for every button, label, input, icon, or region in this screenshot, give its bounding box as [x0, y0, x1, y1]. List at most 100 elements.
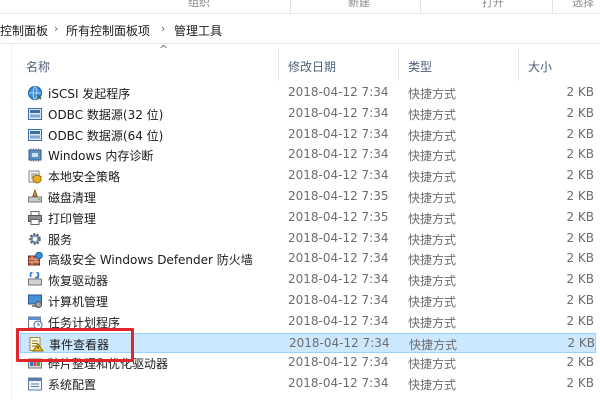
file-row[interactable]: 碎片整理和优化驱动器 2018-04-12 7:34 快捷方式 2 KB: [20, 353, 596, 373]
file-name: 磁盘清理: [48, 191, 97, 205]
file-type: 快捷方式: [408, 191, 457, 205]
file-date: 2018-04-12 7:35: [288, 189, 389, 203]
defrag-icon: [27, 355, 43, 371]
ribbon-divider: [552, 0, 553, 13]
file-type: 快捷方式: [408, 378, 457, 393]
file-name: 任务计划程序: [48, 315, 121, 330]
file-size: 2 KB: [566, 147, 594, 162]
breadcrumb-separator[interactable]: ›: [54, 22, 58, 35]
file-type: 快捷方式: [408, 295, 457, 309]
file-name: 事件查看器: [49, 337, 110, 352]
file-size: 2 KB: [566, 85, 594, 99]
ribbon-group-organize: 组织: [188, 0, 210, 9]
file-date: 2018-04-12 7:34: [288, 293, 389, 307]
file-row[interactable]: 高级安全 Windows Defender 防火墙 2018-04-12 7:34…: [20, 249, 596, 269]
column-name[interactable]: 名称: [26, 58, 50, 75]
breadcrumb-control-panel[interactable]: 控制面板: [0, 22, 48, 39]
file-row[interactable]: 服务 2018-04-12 7:34 快捷方式 2 KB: [20, 229, 596, 249]
file-type: 快捷方式: [408, 274, 457, 289]
file-size: 2 KB: [566, 126, 594, 141]
file-size: 2 KB: [566, 251, 594, 266]
file-type: 快捷方式: [409, 337, 458, 352]
file-name: 本地安全策略: [48, 170, 121, 185]
ribbon-group-labels: 组织 新建 打开 选择: [0, 0, 600, 14]
file-row[interactable]: iSCSI 发起程序 2018-04-12 7:34 快捷方式 2 KB: [20, 83, 596, 103]
breadcrumb-admin-tools[interactable]: 管理工具: [174, 22, 222, 39]
sort-ascending-icon: ^: [159, 43, 169, 56]
file-row[interactable]: ODBC 数据源(64 位) 2018-04-12 7:34 快捷方式 2 KB: [20, 125, 596, 145]
column-type[interactable]: 类型: [408, 58, 432, 75]
memory-chip-icon: [27, 147, 43, 163]
globe-icon: [27, 85, 43, 101]
file-date: 2018-04-12 7:34: [288, 251, 389, 266]
file-row[interactable]: ODBC 数据源(32 位) 2018-04-12 7:34 快捷方式 2 KB: [20, 104, 596, 124]
file-name: iSCSI 发起程序: [48, 87, 131, 101]
file-type: 快捷方式: [408, 149, 457, 164]
file-size: 2 KB: [566, 105, 594, 120]
column-date[interactable]: 修改日期: [288, 58, 336, 75]
gear-icon: [27, 231, 43, 247]
file-row[interactable]: 恢复驱动器 2018-04-12 7:34 快捷方式 2 KB: [20, 270, 596, 290]
file-row[interactable]: 事件查看器 2018-04-12 7:34 快捷方式 2 KB: [20, 332, 596, 353]
file-date: 2018-04-12 7:34: [288, 147, 389, 162]
file-type: 快捷方式: [408, 232, 457, 247]
file-name: 计算机管理: [48, 295, 109, 309]
file-date: 2018-04-12 7:34: [288, 168, 389, 183]
file-size: 2 KB: [566, 168, 594, 183]
column-size[interactable]: 大小: [528, 58, 552, 75]
task-scheduler-icon: [27, 314, 43, 330]
file-row[interactable]: 任务计划程序 2018-04-12 7:34 快捷方式 2 KB: [20, 312, 596, 332]
file-name: 碎片整理和优化驱动器: [48, 357, 169, 372]
breadcrumb-separator[interactable]: ›: [161, 22, 165, 35]
file-date: 2018-04-12 7:34: [288, 272, 389, 287]
breadcrumb-all-items[interactable]: 所有控制面板项: [66, 22, 150, 39]
file-row[interactable]: 本地安全策略 2018-04-12 7:34 快捷方式 2 KB: [20, 166, 596, 186]
address-bar[interactable]: 控制面板 › 所有控制面板项 › 管理工具: [0, 16, 600, 44]
navigation-pane[interactable]: [0, 45, 12, 400]
printer-icon: [27, 210, 43, 226]
file-type: 快捷方式: [408, 107, 457, 122]
file-date: 2018-04-12 7:34: [288, 230, 389, 245]
file-row[interactable]: 系统配置 2018-04-12 7:34 快捷方式 2 KB: [20, 374, 596, 394]
file-size: 2 KB: [567, 335, 595, 350]
file-date: 2018-04-12 7:34: [288, 355, 389, 370]
system-config-icon: [27, 376, 43, 392]
file-name: ODBC 数据源(64 位): [48, 128, 164, 143]
database-icon: [27, 127, 43, 143]
file-name: ODBC 数据源(32 位): [48, 107, 164, 122]
file-row[interactable]: 计算机管理 2018-04-12 7:34 快捷方式 2 KB: [20, 291, 596, 311]
file-size: 2 KB: [566, 293, 594, 307]
column-divider[interactable]: [398, 49, 399, 81]
file-name: 打印管理: [48, 211, 97, 226]
file-date: 2018-04-12 7:34: [289, 335, 390, 350]
database-icon: [27, 106, 43, 122]
file-size: 2 KB: [566, 209, 594, 224]
file-date: 2018-04-12 7:34: [288, 376, 389, 391]
column-divider[interactable]: [278, 49, 279, 81]
file-name: Windows 内存诊断: [48, 149, 154, 164]
ribbon-group-select: 选择: [572, 0, 594, 9]
file-date: 2018-04-12 7:34: [288, 105, 389, 120]
file-name: 高级安全 Windows Defender 防火墙: [48, 253, 253, 268]
file-date: 2018-04-12 7:35: [288, 209, 389, 224]
column-header: ^ 名称 修改日期 类型 大小: [12, 43, 600, 83]
event-viewer-icon: [28, 336, 44, 352]
file-type: 快捷方式: [408, 128, 457, 143]
column-divider[interactable]: [518, 49, 519, 81]
file-name: 系统配置: [48, 378, 97, 393]
file-row[interactable]: Windows 内存诊断 2018-04-12 7:34 快捷方式 2 KB: [20, 145, 596, 165]
computer-management-icon: [27, 293, 43, 309]
file-row[interactable]: 磁盘清理 2018-04-12 7:35 快捷方式 2 KB: [20, 187, 596, 207]
file-date: 2018-04-12 7:34: [288, 126, 389, 141]
disk-cleanup-icon: [27, 188, 43, 205]
file-size: 2 KB: [566, 230, 594, 245]
file-type: 快捷方式: [408, 315, 457, 330]
file-row[interactable]: 打印管理 2018-04-12 7:35 快捷方式 2 KB: [20, 208, 596, 228]
file-size: 2 KB: [566, 189, 594, 203]
file-size: 2 KB: [566, 355, 594, 370]
file-type: 快捷方式: [408, 170, 457, 185]
file-size: 2 KB: [566, 376, 594, 391]
ribbon-divider: [420, 0, 421, 13]
firewall-icon: [27, 251, 43, 267]
file-size: 2 KB: [566, 313, 594, 328]
